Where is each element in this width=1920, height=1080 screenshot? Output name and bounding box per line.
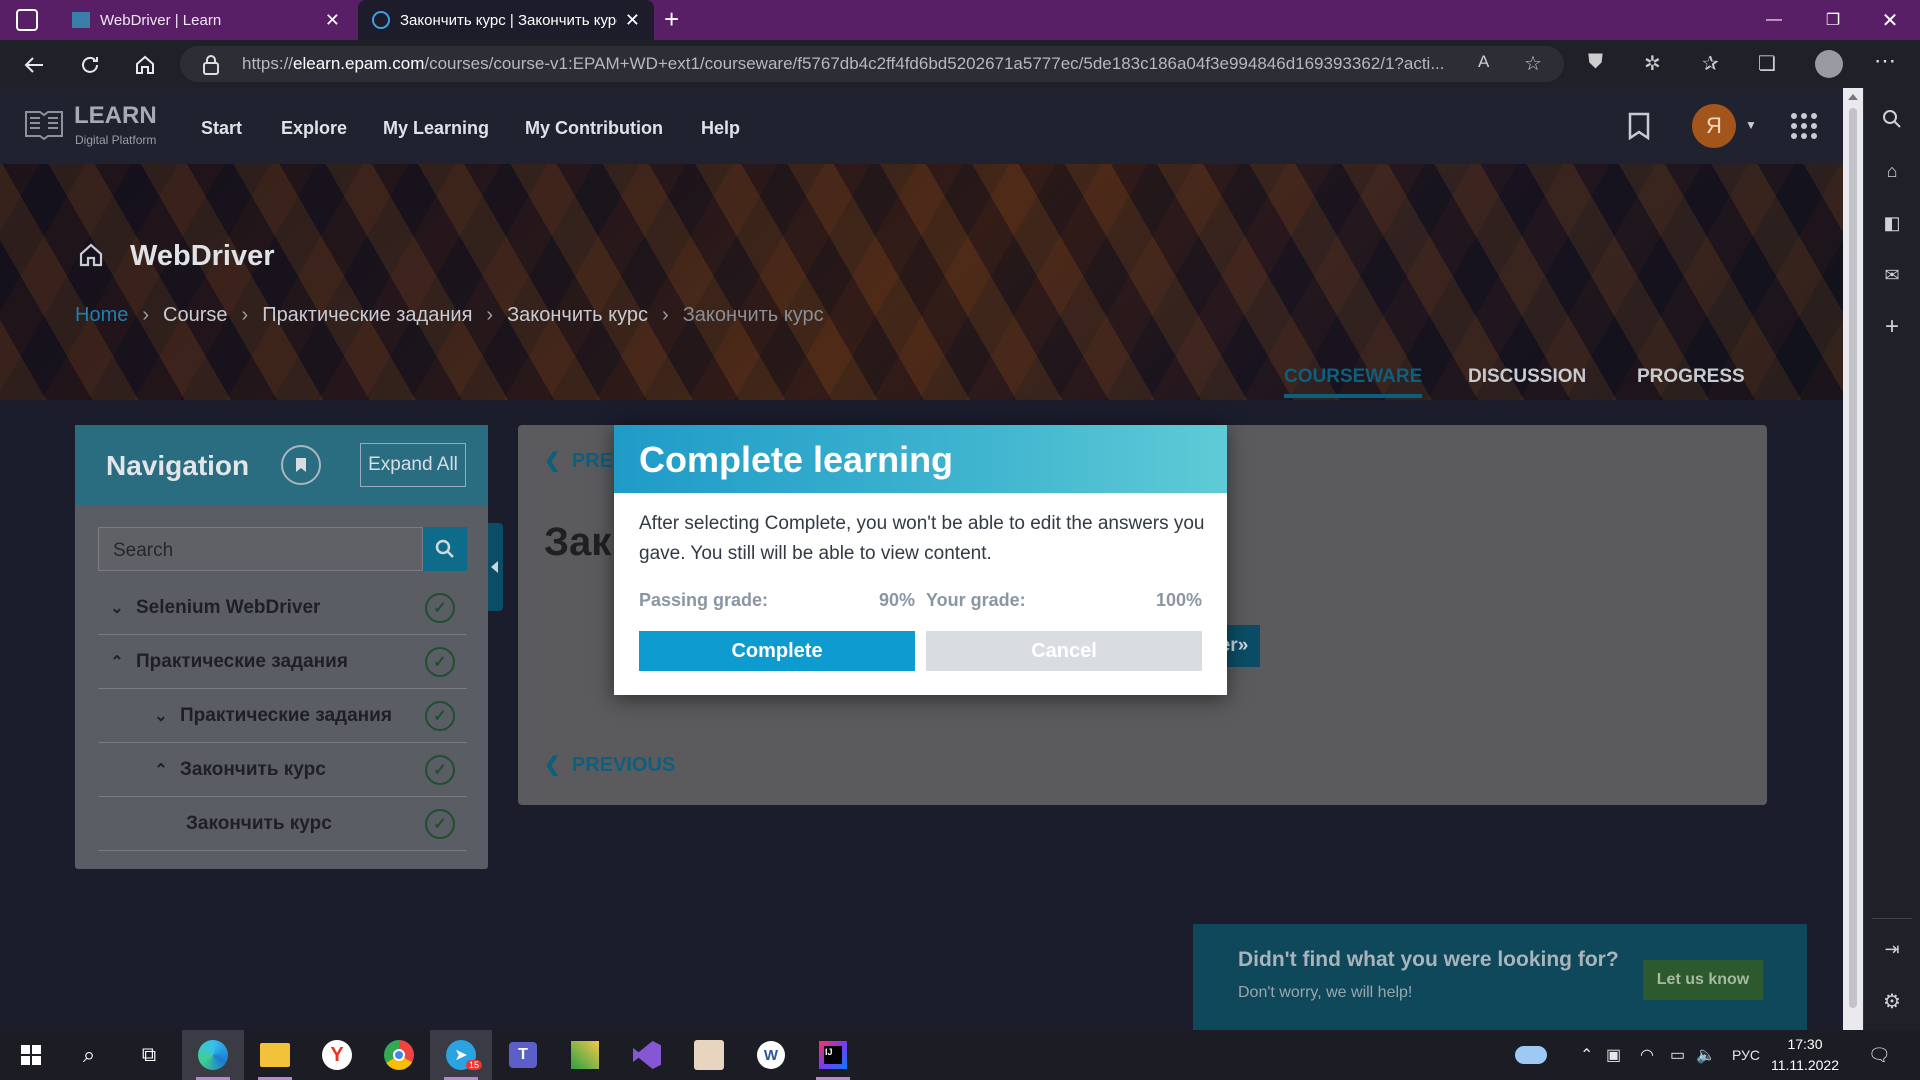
dialog-title: Complete learning <box>639 439 954 480</box>
notifications-icon[interactable]: 🗨 <box>1868 1030 1891 1080</box>
url-field[interactable]: https://elearn.epam.com/courses/course-v… <box>180 46 1564 82</box>
edge-app-icon[interactable] <box>182 1030 244 1080</box>
minimize-icon[interactable]: — <box>1746 0 1802 40</box>
tab-webdriver-learn[interactable]: WebDriver | Learn ✕ <box>58 0 354 40</box>
refresh-icon[interactable] <box>72 47 108 83</box>
passing-grade-value: 90% <box>878 590 915 610</box>
language-indicator[interactable]: РУС <box>1732 1030 1760 1080</box>
network-monitor-icon[interactable]: ▣ <box>1606 1030 1621 1080</box>
new-tab-icon[interactable]: + <box>664 4 679 35</box>
close-icon[interactable]: ✕ <box>625 10 640 31</box>
url-domain: elearn.epam.com <box>293 54 425 73</box>
home-icon[interactable] <box>127 47 163 83</box>
clock-time: 17:30 <box>1787 1036 1823 1052</box>
read-aloud-icon[interactable]: A <box>1478 52 1489 72</box>
restore-icon[interactable]: ❐ <box>1805 0 1861 40</box>
divider <box>1872 918 1912 919</box>
your-grade-value: 100% <box>1155 590 1202 610</box>
volume-icon[interactable]: 🔈 <box>1696 1030 1716 1080</box>
shopping-tag-icon[interactable]: ⌂ <box>1879 158 1905 184</box>
scroll-up-icon[interactable] <box>1848 94 1858 100</box>
office-icon[interactable]: ◧ <box>1879 210 1905 236</box>
chrome-icon[interactable] <box>368 1030 430 1080</box>
passing-grade-label: Passing grade: <box>639 590 769 610</box>
task-view-icon[interactable]: ⧉ <box>118 1030 180 1080</box>
wifi-icon[interactable]: ◠ <box>1640 1030 1654 1080</box>
your-grade-label: Your grade: <box>926 590 1026 610</box>
weather-cloud-icon[interactable] <box>1515 1030 1547 1080</box>
clock[interactable]: 17:30 11.11.2022 <box>1765 1034 1845 1076</box>
more-menu-icon[interactable]: ⋯ <box>1874 48 1896 74</box>
extensions-icon[interactable]: ✲ <box>1644 51 1661 76</box>
dialog-message: After selecting Complete, you won't be a… <box>639 513 1205 564</box>
tab-actions-icon[interactable] <box>16 9 38 31</box>
collections-icon[interactable]: ❏ <box>1758 51 1776 76</box>
close-window-icon[interactable]: ✕ <box>1862 0 1918 40</box>
back-icon[interactable] <box>16 47 52 83</box>
tray-overflow-icon[interactable]: ⌃ <box>1580 1030 1593 1080</box>
dialog-header: Complete learning <box>614 425 1227 493</box>
page-scrollbar[interactable] <box>1843 88 1863 1030</box>
edge-sidebar: ⌂ ◧ ✉ + ⇥ ⚙ <box>1863 88 1920 1030</box>
telegram-icon[interactable]: ➤ 15 <box>430 1030 492 1080</box>
visual-studio-icon[interactable] <box>616 1030 678 1080</box>
scrollbar-thumb[interactable] <box>1849 108 1857 1008</box>
sidebar-toggle-icon[interactable]: ⇥ <box>1879 936 1905 962</box>
favorite-add-icon[interactable]: ☆ <box>1524 51 1542 76</box>
windows-start-icon[interactable] <box>0 1030 62 1080</box>
shield-icon[interactable]: ⛊ <box>1588 51 1603 74</box>
tab-zakonchit-kurs[interactable]: Закончить курс | Закончить курс ✕ <box>358 0 654 40</box>
telegram-badge: 15 <box>466 1060 483 1070</box>
windows-taskbar: ⌕ ⧉ Y ➤ 15 T W IJ ⌃ ▣ ◠ ▭ 🔈 РУС 17:30 11.… <box>0 1030 1920 1080</box>
loading-icon <box>372 11 390 29</box>
browser-titlebar: WebDriver | Learn ✕ Закончить курс | Зак… <box>0 0 1920 40</box>
search-icon[interactable] <box>1879 106 1905 132</box>
complete-button[interactable]: Complete <box>639 631 915 671</box>
file-explorer-icon[interactable] <box>244 1030 306 1080</box>
intellij-icon[interactable]: IJ <box>802 1030 864 1080</box>
search-icon[interactable]: ⌕ <box>58 1030 120 1080</box>
url-scheme: https:// <box>242 54 294 73</box>
add-icon[interactable]: + <box>1879 313 1905 340</box>
teams-icon[interactable]: T <box>492 1030 554 1080</box>
cross-app-icon[interactable] <box>554 1030 616 1080</box>
tab-title: Закончить курс | Закончить курс <box>400 11 617 29</box>
tab-title: WebDriver | Learn <box>100 11 222 29</box>
anime-app-icon[interactable] <box>678 1030 740 1080</box>
lock-icon[interactable] <box>202 55 220 75</box>
settings-gear-icon[interactable]: ⚙ <box>1879 988 1905 1014</box>
battery-icon[interactable]: ▭ <box>1670 1030 1685 1080</box>
close-icon[interactable]: ✕ <box>325 10 340 31</box>
outlook-icon[interactable]: ✉ <box>1879 262 1905 288</box>
url-path: /courses/course-v1:EPAM+WD+ext1/coursewa… <box>424 54 1445 73</box>
cancel-button[interactable]: Cancel <box>926 631 1202 671</box>
word-app-icon[interactable]: W <box>740 1030 802 1080</box>
favorites-icon[interactable]: ✰ <box>1702 51 1719 76</box>
profile-avatar-icon[interactable] <box>1815 50 1843 78</box>
complete-learning-dialog: Complete learning After selecting Comple… <box>614 425 1227 695</box>
clock-date: 11.11.2022 <box>1771 1057 1839 1073</box>
learn-favicon-icon <box>72 12 90 28</box>
yandex-browser-icon[interactable]: Y <box>306 1030 368 1080</box>
